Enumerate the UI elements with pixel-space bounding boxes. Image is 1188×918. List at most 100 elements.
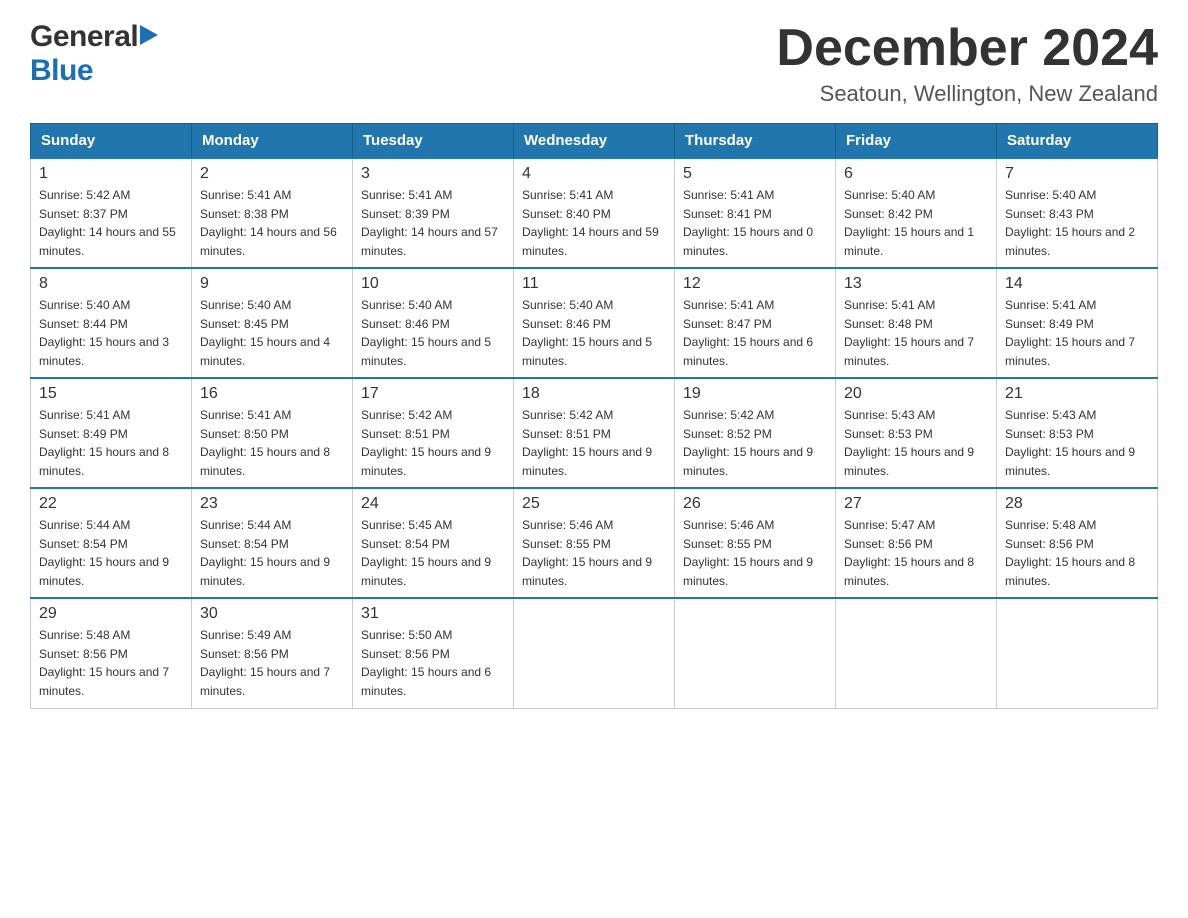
day-number: 30 (200, 605, 344, 623)
day-info: Sunrise: 5:40 AMSunset: 8:46 PMDaylight:… (522, 296, 666, 370)
day-number: 28 (1005, 495, 1149, 513)
weekday-header-thursday: Thursday (675, 124, 836, 159)
calendar-cell: 17 Sunrise: 5:42 AMSunset: 8:51 PMDaylig… (353, 378, 514, 488)
calendar-week-row: 22 Sunrise: 5:44 AMSunset: 8:54 PMDaylig… (31, 488, 1158, 598)
weekday-header-wednesday: Wednesday (514, 124, 675, 159)
day-info: Sunrise: 5:42 AMSunset: 8:52 PMDaylight:… (683, 406, 827, 480)
logo-general-text: General (30, 20, 138, 54)
calendar-table: SundayMondayTuesdayWednesdayThursdayFrid… (30, 123, 1158, 709)
weekday-header-tuesday: Tuesday (353, 124, 514, 159)
month-title: December 2024 (776, 20, 1158, 77)
calendar-cell: 23 Sunrise: 5:44 AMSunset: 8:54 PMDaylig… (192, 488, 353, 598)
calendar-cell: 31 Sunrise: 5:50 AMSunset: 8:56 PMDaylig… (353, 598, 514, 708)
day-info: Sunrise: 5:41 AMSunset: 8:38 PMDaylight:… (200, 186, 344, 260)
day-info: Sunrise: 5:44 AMSunset: 8:54 PMDaylight:… (200, 516, 344, 590)
day-info: Sunrise: 5:50 AMSunset: 8:56 PMDaylight:… (361, 626, 505, 700)
calendar-cell: 3 Sunrise: 5:41 AMSunset: 8:39 PMDayligh… (353, 158, 514, 268)
day-number: 2 (200, 165, 344, 183)
calendar-cell: 14 Sunrise: 5:41 AMSunset: 8:49 PMDaylig… (997, 268, 1158, 378)
calendar-cell: 10 Sunrise: 5:40 AMSunset: 8:46 PMDaylig… (353, 268, 514, 378)
day-info: Sunrise: 5:46 AMSunset: 8:55 PMDaylight:… (683, 516, 827, 590)
day-info: Sunrise: 5:45 AMSunset: 8:54 PMDaylight:… (361, 516, 505, 590)
day-info: Sunrise: 5:40 AMSunset: 8:45 PMDaylight:… (200, 296, 344, 370)
day-info: Sunrise: 5:43 AMSunset: 8:53 PMDaylight:… (1005, 406, 1149, 480)
calendar-cell: 13 Sunrise: 5:41 AMSunset: 8:48 PMDaylig… (836, 268, 997, 378)
day-info: Sunrise: 5:41 AMSunset: 8:41 PMDaylight:… (683, 186, 827, 260)
weekday-header-sunday: Sunday (31, 124, 192, 159)
day-number: 17 (361, 385, 505, 403)
day-info: Sunrise: 5:48 AMSunset: 8:56 PMDaylight:… (39, 626, 183, 700)
day-number: 22 (39, 495, 183, 513)
day-info: Sunrise: 5:40 AMSunset: 8:46 PMDaylight:… (361, 296, 505, 370)
day-number: 9 (200, 275, 344, 293)
day-info: Sunrise: 5:47 AMSunset: 8:56 PMDaylight:… (844, 516, 988, 590)
calendar-cell: 15 Sunrise: 5:41 AMSunset: 8:49 PMDaylig… (31, 378, 192, 488)
weekday-header-saturday: Saturday (997, 124, 1158, 159)
logo-blue-text: Blue (30, 54, 93, 88)
day-info: Sunrise: 5:41 AMSunset: 8:47 PMDaylight:… (683, 296, 827, 370)
day-number: 29 (39, 605, 183, 623)
logo-arrow-icon (140, 25, 158, 50)
day-number: 4 (522, 165, 666, 183)
day-number: 3 (361, 165, 505, 183)
day-info: Sunrise: 5:46 AMSunset: 8:55 PMDaylight:… (522, 516, 666, 590)
calendar-cell: 29 Sunrise: 5:48 AMSunset: 8:56 PMDaylig… (31, 598, 192, 708)
day-number: 25 (522, 495, 666, 513)
calendar-cell (675, 598, 836, 708)
calendar-cell: 24 Sunrise: 5:45 AMSunset: 8:54 PMDaylig… (353, 488, 514, 598)
day-info: Sunrise: 5:42 AMSunset: 8:51 PMDaylight:… (522, 406, 666, 480)
day-info: Sunrise: 5:44 AMSunset: 8:54 PMDaylight:… (39, 516, 183, 590)
weekday-header-monday: Monday (192, 124, 353, 159)
day-info: Sunrise: 5:41 AMSunset: 8:40 PMDaylight:… (522, 186, 666, 260)
day-number: 1 (39, 165, 183, 183)
title-block: December 2024 Seatoun, Wellington, New Z… (776, 20, 1158, 107)
calendar-cell: 28 Sunrise: 5:48 AMSunset: 8:56 PMDaylig… (997, 488, 1158, 598)
calendar-cell: 21 Sunrise: 5:43 AMSunset: 8:53 PMDaylig… (997, 378, 1158, 488)
calendar-cell (514, 598, 675, 708)
day-info: Sunrise: 5:42 AMSunset: 8:37 PMDaylight:… (39, 186, 183, 260)
day-number: 20 (844, 385, 988, 403)
day-number: 31 (361, 605, 505, 623)
calendar-header-row: SundayMondayTuesdayWednesdayThursdayFrid… (31, 124, 1158, 159)
page-header: General Blue December 2024 Seatoun, Well… (30, 20, 1158, 107)
location-subtitle: Seatoun, Wellington, New Zealand (776, 81, 1158, 107)
calendar-cell: 30 Sunrise: 5:49 AMSunset: 8:56 PMDaylig… (192, 598, 353, 708)
calendar-cell: 16 Sunrise: 5:41 AMSunset: 8:50 PMDaylig… (192, 378, 353, 488)
day-info: Sunrise: 5:41 AMSunset: 8:49 PMDaylight:… (39, 406, 183, 480)
day-number: 7 (1005, 165, 1149, 183)
day-info: Sunrise: 5:41 AMSunset: 8:48 PMDaylight:… (844, 296, 988, 370)
calendar-cell: 7 Sunrise: 5:40 AMSunset: 8:43 PMDayligh… (997, 158, 1158, 268)
calendar-cell: 4 Sunrise: 5:41 AMSunset: 8:40 PMDayligh… (514, 158, 675, 268)
calendar-cell (997, 598, 1158, 708)
day-number: 5 (683, 165, 827, 183)
logo: General Blue (30, 20, 158, 88)
day-number: 23 (200, 495, 344, 513)
day-info: Sunrise: 5:48 AMSunset: 8:56 PMDaylight:… (1005, 516, 1149, 590)
calendar-cell: 20 Sunrise: 5:43 AMSunset: 8:53 PMDaylig… (836, 378, 997, 488)
calendar-cell (836, 598, 997, 708)
calendar-cell: 25 Sunrise: 5:46 AMSunset: 8:55 PMDaylig… (514, 488, 675, 598)
weekday-header-friday: Friday (836, 124, 997, 159)
day-number: 11 (522, 275, 666, 293)
day-info: Sunrise: 5:41 AMSunset: 8:50 PMDaylight:… (200, 406, 344, 480)
calendar-cell: 12 Sunrise: 5:41 AMSunset: 8:47 PMDaylig… (675, 268, 836, 378)
day-info: Sunrise: 5:43 AMSunset: 8:53 PMDaylight:… (844, 406, 988, 480)
calendar-cell: 8 Sunrise: 5:40 AMSunset: 8:44 PMDayligh… (31, 268, 192, 378)
calendar-week-row: 8 Sunrise: 5:40 AMSunset: 8:44 PMDayligh… (31, 268, 1158, 378)
day-info: Sunrise: 5:42 AMSunset: 8:51 PMDaylight:… (361, 406, 505, 480)
calendar-cell: 9 Sunrise: 5:40 AMSunset: 8:45 PMDayligh… (192, 268, 353, 378)
day-number: 16 (200, 385, 344, 403)
day-number: 13 (844, 275, 988, 293)
calendar-cell: 22 Sunrise: 5:44 AMSunset: 8:54 PMDaylig… (31, 488, 192, 598)
day-number: 12 (683, 275, 827, 293)
day-number: 24 (361, 495, 505, 513)
calendar-week-row: 15 Sunrise: 5:41 AMSunset: 8:49 PMDaylig… (31, 378, 1158, 488)
calendar-cell: 19 Sunrise: 5:42 AMSunset: 8:52 PMDaylig… (675, 378, 836, 488)
day-number: 10 (361, 275, 505, 293)
day-number: 21 (1005, 385, 1149, 403)
calendar-week-row: 1 Sunrise: 5:42 AMSunset: 8:37 PMDayligh… (31, 158, 1158, 268)
calendar-week-row: 29 Sunrise: 5:48 AMSunset: 8:56 PMDaylig… (31, 598, 1158, 708)
day-number: 15 (39, 385, 183, 403)
day-number: 26 (683, 495, 827, 513)
day-number: 19 (683, 385, 827, 403)
